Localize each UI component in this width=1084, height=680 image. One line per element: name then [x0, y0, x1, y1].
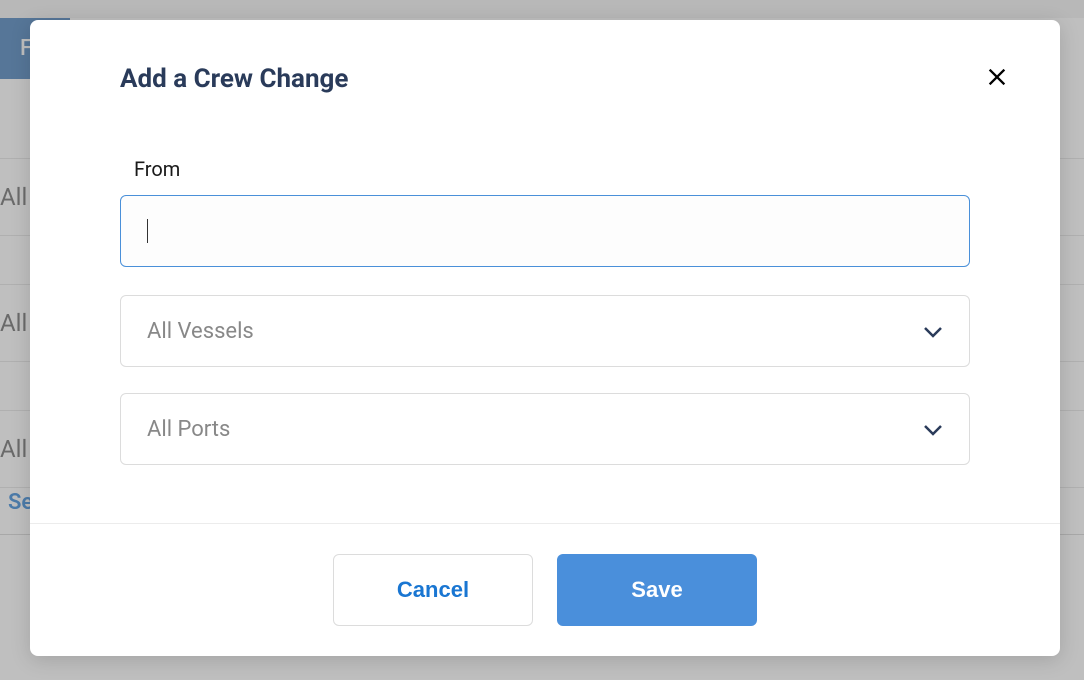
cancel-button[interactable]: Cancel [333, 554, 533, 626]
port-select-value: All Ports [147, 417, 230, 442]
chevron-down-icon [923, 417, 943, 442]
close-icon [986, 66, 1008, 91]
port-select[interactable]: All Ports [120, 393, 970, 465]
text-cursor [147, 219, 148, 243]
modal-title: Add a Crew Change [120, 64, 348, 94]
from-label: From [134, 157, 970, 181]
crew-change-modal: Add a Crew Change From All Vessels All [30, 20, 1060, 656]
save-button[interactable]: Save [557, 554, 757, 626]
from-input[interactable] [120, 195, 970, 267]
vessel-select[interactable]: All Vessels [120, 295, 970, 367]
close-button[interactable] [982, 62, 1012, 95]
chevron-down-icon [923, 319, 943, 344]
modal-header: Add a Crew Change [30, 20, 1060, 95]
modal-body: From All Vessels All Ports [30, 95, 1060, 523]
vessel-select-value: All Vessels [147, 319, 254, 344]
modal-footer: Cancel Save [30, 523, 1060, 656]
